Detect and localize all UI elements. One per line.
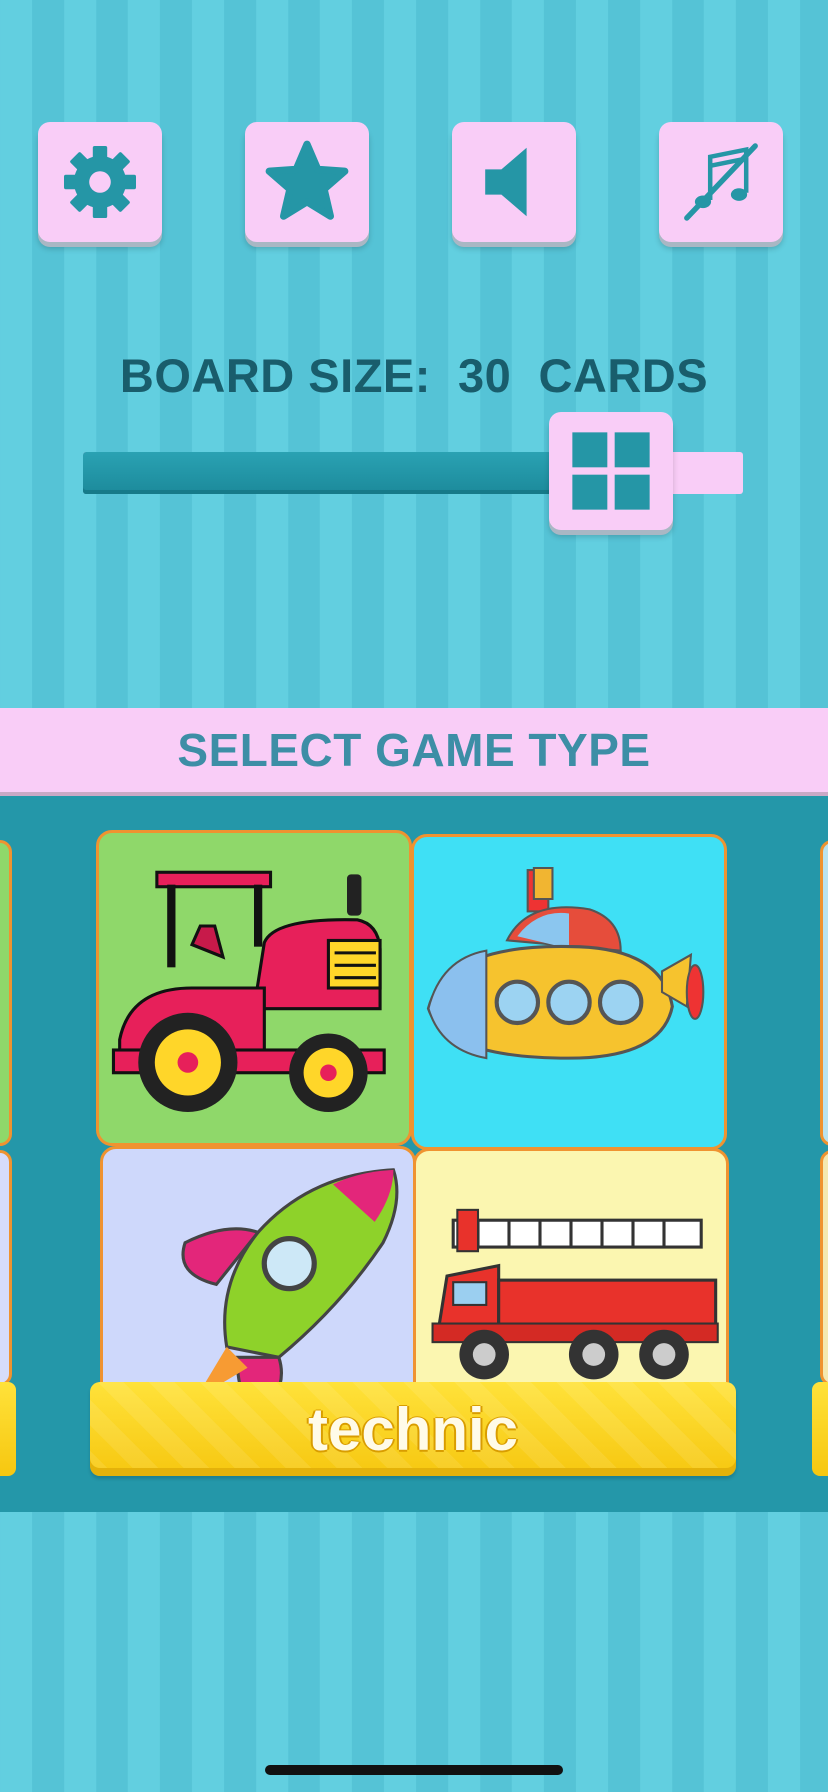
tile-rocket — [100, 1146, 416, 1402]
next-card-peek[interactable] — [820, 840, 828, 1146]
sound-button[interactable] — [452, 122, 576, 242]
music-off-icon — [684, 143, 758, 221]
tractor-image — [111, 870, 386, 1112]
select-game-type-title: SELECT GAME TYPE — [177, 724, 651, 776]
previous-card-peek[interactable] — [0, 840, 12, 1146]
fire-truck-image — [431, 1208, 719, 1380]
star-icon — [265, 140, 349, 220]
next-label-peek — [812, 1382, 828, 1476]
submarine-image — [426, 866, 705, 1060]
select-game-type-banner: SELECT GAME TYPE — [0, 708, 828, 792]
tile-fire-truck — [413, 1148, 729, 1404]
gear-icon — [64, 146, 136, 218]
next-card-peek-lower — [820, 1150, 828, 1386]
settings-button[interactable] — [38, 122, 162, 242]
home-indicator — [265, 1765, 563, 1775]
slider-fill — [83, 452, 611, 494]
board-size-label: BOARD SIZE: 30 CARDS — [0, 348, 828, 403]
speaker-icon — [485, 147, 527, 217]
grid-icon — [572, 432, 650, 510]
tile-tractor — [96, 830, 412, 1146]
previous-label-peek — [0, 1382, 16, 1476]
slider-thumb[interactable] — [549, 412, 673, 530]
music-toggle-button[interactable] — [659, 122, 783, 242]
rocket-image — [181, 1168, 399, 1399]
tile-submarine — [411, 834, 727, 1150]
board-size-prefix: BOARD SIZE: — [119, 349, 431, 402]
previous-card-peek-lower — [0, 1150, 12, 1386]
game-type-label: technic — [307, 1395, 519, 1463]
board-size-unit: CARDS — [538, 349, 709, 402]
favorites-button[interactable] — [245, 122, 369, 242]
game-type-label-button[interactable]: technic — [90, 1382, 736, 1476]
board-size-value: 30 — [458, 349, 512, 402]
